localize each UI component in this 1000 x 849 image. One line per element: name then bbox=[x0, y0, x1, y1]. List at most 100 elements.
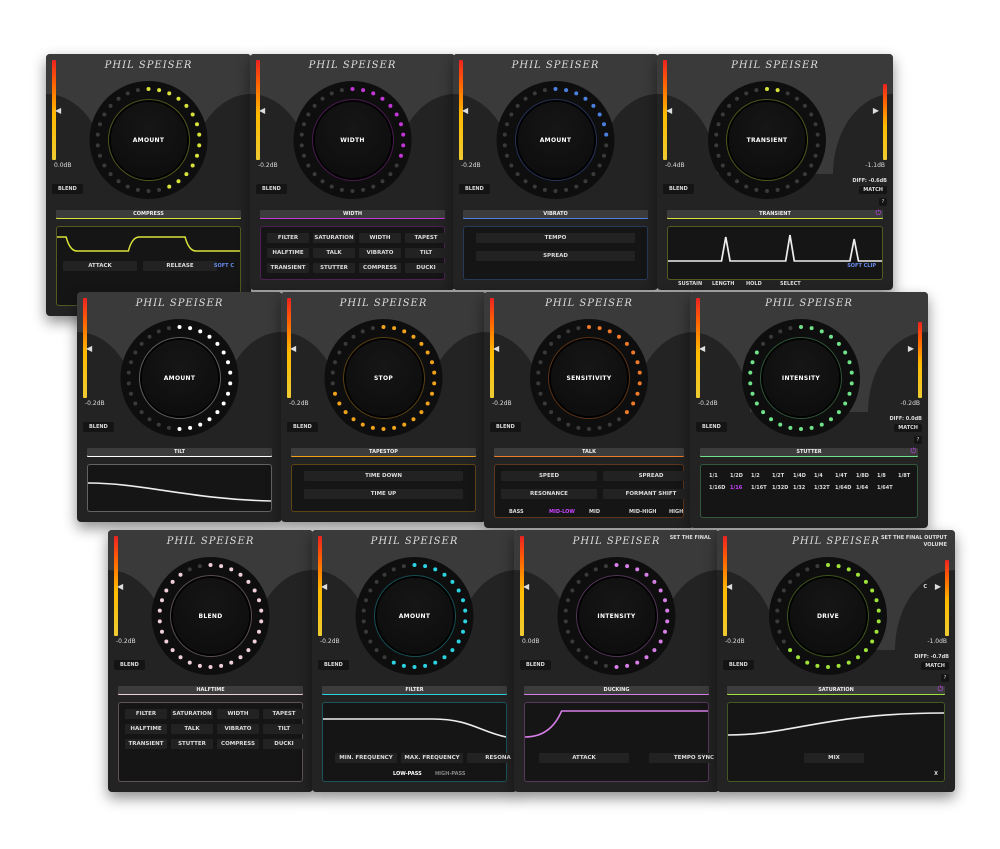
blend-button[interactable]: BLEND bbox=[459, 184, 490, 194]
main-knob[interactable]: DRIVE bbox=[790, 578, 866, 654]
module-button[interactable]: TRANSIENT bbox=[267, 263, 309, 273]
band-tab[interactable]: HIGH bbox=[669, 509, 683, 515]
blend-button[interactable]: BLEND bbox=[696, 422, 727, 432]
blend-button[interactable]: BLEND bbox=[723, 660, 754, 670]
param-button[interactable]: MIN. FREQUENCY bbox=[335, 753, 397, 763]
param-button[interactable]: SPEED bbox=[501, 471, 597, 481]
main-knob[interactable]: WIDTH bbox=[314, 102, 391, 178]
blend-button[interactable]: BLEND bbox=[52, 184, 83, 194]
param-button[interactable]: ATTACK bbox=[539, 753, 629, 763]
param-button[interactable]: SPREAD bbox=[476, 251, 635, 261]
match-button[interactable]: MATCH bbox=[894, 424, 922, 432]
mini-knob-label[interactable]: SELECT bbox=[780, 281, 801, 287]
rate-option[interactable]: 1/2T bbox=[772, 473, 784, 479]
rate-option[interactable]: 1/16D bbox=[709, 485, 725, 491]
main-knob[interactable]: BLEND bbox=[172, 578, 249, 654]
param-button[interactable]: RESONA bbox=[467, 753, 517, 763]
module-button[interactable]: TALK bbox=[313, 248, 355, 258]
module-button[interactable]: TAPEST bbox=[405, 233, 447, 243]
main-knob[interactable]: STOP bbox=[345, 340, 422, 416]
soft-clip-toggle[interactable]: SOFT C bbox=[214, 263, 234, 269]
band-tab[interactable]: MID-HIGH bbox=[629, 509, 657, 515]
module-button[interactable]: FILTER bbox=[267, 233, 309, 243]
close-icon[interactable]: X bbox=[934, 771, 938, 777]
main-knob[interactable]: AMOUNT bbox=[376, 578, 453, 654]
help-button[interactable]: ? bbox=[914, 436, 922, 444]
mini-knob-label[interactable]: SUSTAIN bbox=[678, 281, 702, 287]
module-button[interactable]: WIDTH bbox=[217, 709, 259, 719]
main-knob[interactable]: SENSITIVITY bbox=[551, 340, 627, 416]
module-button[interactable]: TRANSIENT bbox=[125, 739, 167, 749]
rate-option[interactable]: 1/2D bbox=[730, 473, 743, 479]
rate-option[interactable]: 1/16 bbox=[730, 485, 742, 491]
module-button[interactable]: HALFTIME bbox=[267, 248, 309, 258]
param-button[interactable]: RESONANCE bbox=[501, 489, 597, 499]
module-button[interactable]: HALFTIME bbox=[125, 724, 167, 734]
rate-option[interactable]: 1/4D bbox=[793, 473, 806, 479]
band-tab[interactable]: BASS bbox=[509, 509, 524, 515]
module-button[interactable]: STUTTER bbox=[171, 739, 213, 749]
main-knob[interactable]: AMOUNT bbox=[517, 102, 594, 178]
rate-option[interactable]: 1/1 bbox=[709, 473, 718, 479]
rate-option[interactable]: 1/8 bbox=[877, 473, 886, 479]
module-button[interactable]: VIBRATO bbox=[359, 248, 401, 258]
module-button[interactable]: DUCKI bbox=[263, 739, 305, 749]
param-button[interactable]: TEMPO bbox=[476, 233, 635, 243]
filter-mode[interactable]: LOW-PASS bbox=[393, 771, 422, 777]
param-button[interactable]: FORMANT SHIFT bbox=[603, 489, 694, 499]
main-knob[interactable]: INTENSITY bbox=[763, 340, 839, 416]
mini-knob-label[interactable]: LENGTH bbox=[712, 281, 734, 287]
param-button[interactable]: TEMPO SYNC bbox=[649, 753, 719, 763]
rate-option[interactable]: 1/8T bbox=[898, 473, 910, 479]
main-knob[interactable]: TRANSIENT bbox=[729, 102, 805, 178]
module-button[interactable]: TILT bbox=[405, 248, 447, 258]
module-button[interactable]: TILT bbox=[263, 724, 305, 734]
band-tab[interactable]: MID-LOW bbox=[549, 509, 575, 515]
help-button[interactable]: ? bbox=[879, 198, 887, 206]
rate-option[interactable]: 1/8D bbox=[856, 473, 869, 479]
module-button[interactable]: VIBRATO bbox=[217, 724, 259, 734]
param-button[interactable]: MIX bbox=[804, 753, 864, 763]
filter-mode[interactable]: HIGH-PASS bbox=[435, 771, 465, 777]
match-button[interactable]: MATCH bbox=[859, 186, 887, 194]
rate-option[interactable]: 1/4 bbox=[814, 473, 823, 479]
module-button[interactable]: FILTER bbox=[125, 709, 167, 719]
main-knob[interactable]: INTENSITY bbox=[578, 578, 655, 654]
band-tab[interactable]: MID bbox=[589, 509, 600, 515]
rate-option[interactable]: 1/32T bbox=[814, 485, 830, 491]
module-button[interactable]: DUCKI bbox=[405, 263, 447, 273]
module-button[interactable]: COMPRESS bbox=[359, 263, 401, 273]
blend-button[interactable]: BLEND bbox=[256, 184, 287, 194]
module-button[interactable]: SATURATION bbox=[171, 709, 213, 719]
blend-button[interactable]: BLEND bbox=[318, 660, 349, 670]
blend-button[interactable]: BLEND bbox=[287, 422, 318, 432]
module-button[interactable]: TALK bbox=[171, 724, 213, 734]
param-button[interactable]: ATTACK bbox=[63, 261, 137, 271]
rate-option[interactable]: 1/4T bbox=[835, 473, 847, 479]
blend-button[interactable]: BLEND bbox=[520, 660, 551, 670]
param-button[interactable]: SPREAD bbox=[603, 471, 694, 481]
param-button[interactable]: RELEASE bbox=[143, 261, 217, 271]
rate-option[interactable]: 1/64D bbox=[835, 485, 851, 491]
param-button[interactable]: TIME DOWN bbox=[304, 471, 463, 481]
power-icon[interactable]: ⏻ bbox=[910, 447, 916, 456]
blend-button[interactable]: BLEND bbox=[83, 422, 114, 432]
module-button[interactable]: TAPEST bbox=[263, 709, 305, 719]
blend-button[interactable]: BLEND bbox=[490, 422, 521, 432]
help-button[interactable]: ? bbox=[941, 674, 949, 682]
main-knob[interactable]: AMOUNT bbox=[141, 340, 218, 416]
module-button[interactable]: WIDTH bbox=[359, 233, 401, 243]
blend-button[interactable]: BLEND bbox=[114, 660, 145, 670]
power-icon[interactable]: ⏻ bbox=[875, 209, 881, 218]
main-knob[interactable]: AMOUNT bbox=[110, 102, 187, 178]
module-button[interactable]: COMPRESS bbox=[217, 739, 259, 749]
param-button[interactable]: TIME UP bbox=[304, 489, 463, 499]
rate-option[interactable]: 1/2 bbox=[751, 473, 760, 479]
rate-option[interactable]: 1/32D bbox=[772, 485, 788, 491]
match-button[interactable]: MATCH bbox=[921, 662, 949, 670]
blend-button[interactable]: BLEND bbox=[663, 184, 694, 194]
rate-option[interactable]: 1/32 bbox=[793, 485, 805, 491]
power-icon[interactable]: ⏻ bbox=[937, 685, 943, 694]
mini-knob-label[interactable]: HOLD bbox=[746, 281, 762, 287]
rate-option[interactable]: 1/16T bbox=[751, 485, 767, 491]
